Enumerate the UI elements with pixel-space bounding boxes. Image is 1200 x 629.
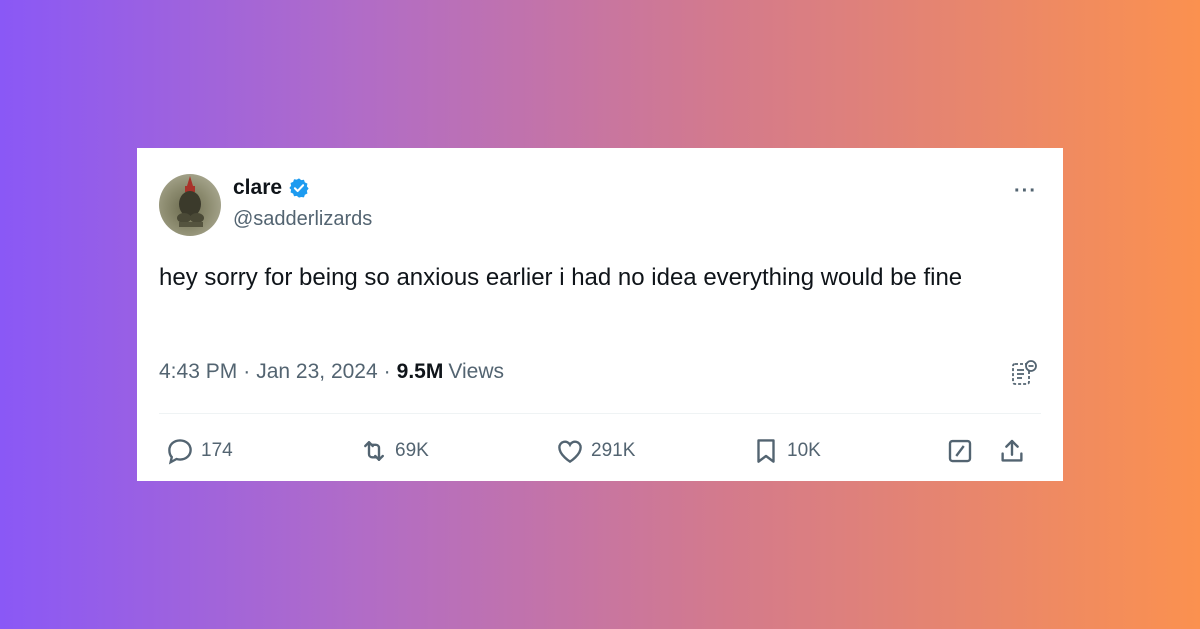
tweet-meta: 4:43 PM · Jan 23, 2024 · 9.5M Views [159, 360, 504, 384]
author-name[interactable]: clare [233, 176, 282, 200]
repost-button[interactable]: 69K [359, 436, 429, 466]
author-row: clare [233, 176, 310, 200]
more-icon[interactable]: ··· [1014, 180, 1037, 203]
bookmark-button[interactable]: 10K [751, 436, 821, 466]
analytics-icon[interactable] [1009, 358, 1039, 388]
repost-count: 69K [395, 440, 429, 461]
like-button[interactable]: 291K [555, 436, 635, 466]
meta-separator: · [243, 360, 251, 383]
views-count: 9.5M [396, 360, 444, 383]
tweet-date[interactable]: Jan 23, 2024 [256, 360, 377, 384]
repost-icon [364, 441, 384, 461]
avatar[interactable] [159, 174, 221, 236]
tweet-card: clare @sadderlizards ··· hey sorry for b… [137, 148, 1063, 481]
reply-count: 174 [201, 440, 233, 461]
meta-separator: · [383, 360, 391, 383]
grok-icon [948, 439, 972, 463]
divider [159, 413, 1041, 414]
verified-badge-icon [289, 178, 309, 198]
bookmark-count: 10K [787, 440, 821, 461]
bookmark-icon [757, 439, 775, 463]
reply-icon [168, 439, 192, 465]
author-handle[interactable]: @sadderlizards [233, 208, 372, 231]
like-count: 291K [591, 440, 636, 461]
tweet-text: hey sorry for being so anxious earlier i… [159, 264, 963, 291]
views-label: Views [448, 360, 504, 383]
like-icon [558, 440, 582, 464]
grok-button[interactable] [945, 436, 981, 466]
reply-button[interactable]: 174 [165, 436, 233, 466]
share-icon [1001, 439, 1023, 462]
tweet-time[interactable]: 4:43 PM [159, 360, 237, 384]
action-bar: 174 69K 291K 10K [137, 436, 1063, 470]
share-button[interactable] [997, 436, 1033, 466]
